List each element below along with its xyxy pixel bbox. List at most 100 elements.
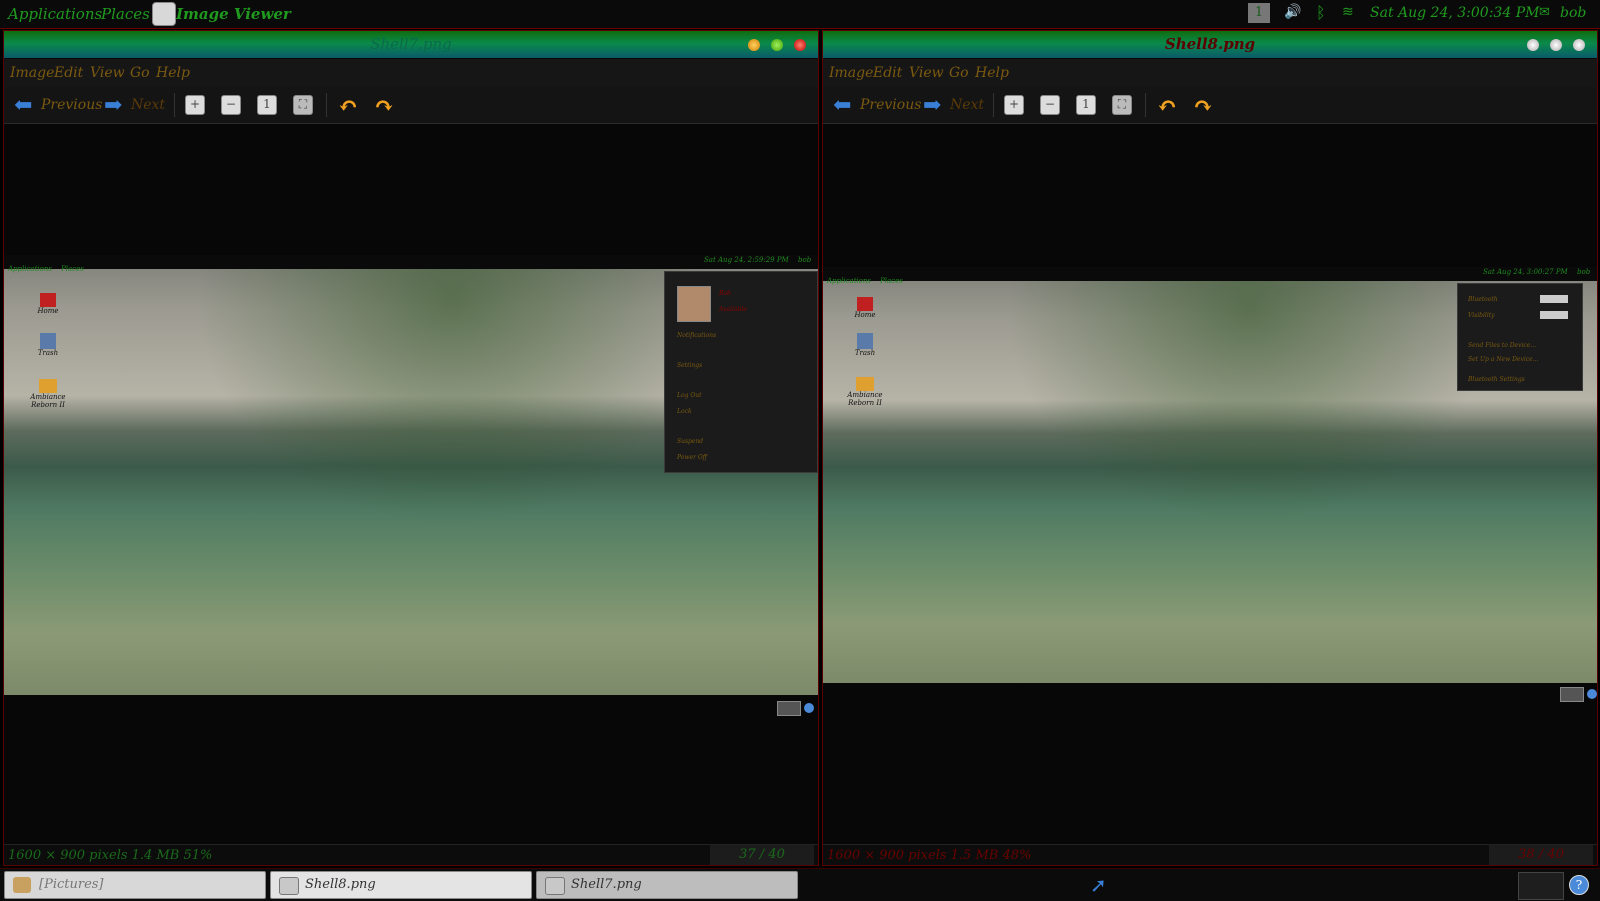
places-menu[interactable]: Places <box>101 5 150 23</box>
maximize-button[interactable] <box>1550 39 1562 51</box>
applications-menu[interactable]: Applications <box>8 5 102 23</box>
window-title: Shell8.png <box>1164 35 1256 53</box>
zoom-in-icon[interactable]: + <box>185 95 205 115</box>
menu-go[interactable]: Go <box>949 65 969 81</box>
workspace-switcher[interactable]: 1 <box>1248 3 1270 23</box>
previous-button[interactable]: Previous <box>41 97 102 113</box>
screenshot-places-label: Places <box>880 277 903 285</box>
screenshot-home-icon: Home <box>18 293 78 315</box>
avatar <box>677 286 711 322</box>
previous-arrow-icon[interactable]: ⬅ <box>14 93 32 118</box>
menu-image[interactable]: Image <box>10 65 54 81</box>
bluetooth-toggle <box>1540 295 1568 303</box>
window-title: Shell7.png <box>370 35 452 53</box>
wifi-icon[interactable]: ≋ <box>1342 4 1354 20</box>
displayed-image[interactable]: Applications Places Sat Aug 24, 3:00:27 … <box>823 267 1597 683</box>
help-icon[interactable]: ? <box>1569 875 1589 895</box>
rotate-left-icon[interactable]: ↶ <box>338 91 358 120</box>
screenshot-clock: Sat Aug 24, 3:00:27 PM <box>1483 268 1568 276</box>
workspace-indicator[interactable] <box>1518 872 1564 900</box>
menu-go[interactable]: Go <box>130 65 150 81</box>
menu-edit[interactable]: Edit <box>873 65 902 81</box>
close-button[interactable] <box>1573 39 1585 51</box>
titlebar[interactable]: Shell8.png <box>823 31 1597 58</box>
volume-icon[interactable]: 🔊 <box>1284 4 1301 20</box>
image-viewer-window-shell8: Shell8.png Image Edit View Go Help ⬅ Pre… <box>822 30 1598 866</box>
best-fit-icon[interactable]: ⛶ <box>293 95 313 115</box>
taskbar-item-shell7[interactable]: Shell7.png <box>536 871 798 899</box>
info-dot-icon[interactable] <box>1587 689 1597 699</box>
screenshot-user-menu-popup: Bob Available Notifications Settings Log… <box>664 271 818 473</box>
next-button[interactable]: Next <box>950 97 984 113</box>
best-fit-icon[interactable]: ⛶ <box>1112 95 1132 115</box>
minimize-button[interactable] <box>1527 39 1539 51</box>
screenshot-applications-label: Applications <box>8 265 52 273</box>
next-arrow-icon[interactable]: ➡ <box>923 93 941 118</box>
user-menu[interactable]: bob <box>1560 5 1586 21</box>
next-button[interactable]: Next <box>131 97 165 113</box>
toolbar: ⬅ Previous ➡ Next + − 1 ⛶ ↶ ↷ <box>4 87 818 124</box>
image-viewer-icon <box>279 877 299 895</box>
rotate-left-icon[interactable]: ↶ <box>1157 91 1177 120</box>
screenshot-home-icon: Home <box>835 297 895 319</box>
next-arrow-icon[interactable]: ➡ <box>104 93 122 118</box>
screenshot-user: bob <box>1577 268 1591 276</box>
mouse-pointer-icon: ➚ <box>1090 873 1107 897</box>
zoom-out-icon[interactable]: − <box>1040 95 1060 115</box>
screenshot-user: bob <box>798 256 812 264</box>
statusbar: 1600 × 900 pixels 1.4 MB 51% 37 / 40 <box>4 844 818 865</box>
screenshot-places-label: Places <box>61 265 84 273</box>
menubar: Image Edit View Go Help <box>4 59 818 87</box>
minimize-button[interactable] <box>748 39 760 51</box>
top-panel: Applications Places Image Viewer 1 🔊 ᛒ ≋… <box>0 0 1600 29</box>
folder-icon <box>13 877 31 893</box>
active-app-title: Image Viewer <box>176 5 291 23</box>
image-info: 1600 × 900 pixels 1.4 MB 51% <box>8 848 213 863</box>
thumbnail-toggle-icon[interactable] <box>777 701 801 716</box>
close-button[interactable] <box>794 39 806 51</box>
screenshot-applications-label: Applications <box>827 277 871 285</box>
bottom-panel: [Pictures] Shell8.png Shell7.png ➚ ? <box>0 868 1600 901</box>
menu-help[interactable]: Help <box>156 65 190 81</box>
chat-status-icon: ✉ <box>1539 5 1550 20</box>
image-viewer-app-icon <box>152 2 176 26</box>
menubar: Image Edit View Go Help <box>823 59 1597 87</box>
bluetooth-icon[interactable]: ᛒ <box>1316 3 1326 22</box>
info-dot-icon[interactable] <box>804 703 814 713</box>
menu-edit[interactable]: Edit <box>54 65 83 81</box>
toolbar-separator <box>174 93 175 117</box>
zoom-in-icon[interactable]: + <box>1004 95 1024 115</box>
screenshot-trash-icon: Trash <box>18 333 78 357</box>
displayed-image[interactable]: Applications Places Sat Aug 24, 2:59:29 … <box>4 255 818 695</box>
menu-view[interactable]: View <box>909 65 944 81</box>
toolbar: ⬅ Previous ➡ Next + − 1 ⛶ ↶ ↷ <box>823 87 1597 124</box>
image-viewer-icon <box>545 877 565 895</box>
screenshot-trash-icon: Trash <box>835 333 895 357</box>
thumbnail-toggle-icon[interactable] <box>1560 687 1584 702</box>
menu-help[interactable]: Help <box>975 65 1009 81</box>
previous-arrow-icon[interactable]: ⬅ <box>833 93 851 118</box>
normal-size-icon[interactable]: 1 <box>1076 95 1096 115</box>
menu-view[interactable]: View <box>90 65 125 81</box>
taskbar-item-pictures[interactable]: [Pictures] <box>4 871 266 899</box>
rotate-right-icon[interactable]: ↷ <box>1193 91 1213 120</box>
maximize-button[interactable] <box>771 39 783 51</box>
previous-button[interactable]: Previous <box>860 97 921 113</box>
menu-image[interactable]: Image <box>829 65 873 81</box>
rotate-right-icon[interactable]: ↷ <box>374 91 394 120</box>
screenshot-top-panel: Applications Places Sat Aug 24, 2:59:29 … <box>4 255 818 273</box>
screenshot-bluetooth-popup: Bluetooth Visibility Send Files to Devic… <box>1457 283 1583 391</box>
screenshot-clock: Sat Aug 24, 2:59:29 PM <box>704 256 789 264</box>
visibility-toggle <box>1540 311 1568 319</box>
toolbar-separator <box>1145 93 1146 117</box>
zoom-out-icon[interactable]: − <box>221 95 241 115</box>
screenshot-folder-icon: Ambiance Reborn II <box>835 377 895 407</box>
normal-size-icon[interactable]: 1 <box>257 95 277 115</box>
screenshot-top-panel: Applications Places Sat Aug 24, 3:00:27 … <box>823 267 1597 285</box>
image-info: 1600 × 900 pixels 1.5 MB 48% <box>827 848 1032 863</box>
taskbar-item-shell8[interactable]: Shell8.png <box>270 871 532 899</box>
toolbar-separator <box>993 93 994 117</box>
screenshot-folder-icon: Ambiance Reborn II <box>18 379 78 409</box>
titlebar[interactable]: Shell7.png <box>4 31 818 58</box>
clock[interactable]: Sat Aug 24, 3:00:34 PM <box>1370 5 1539 21</box>
